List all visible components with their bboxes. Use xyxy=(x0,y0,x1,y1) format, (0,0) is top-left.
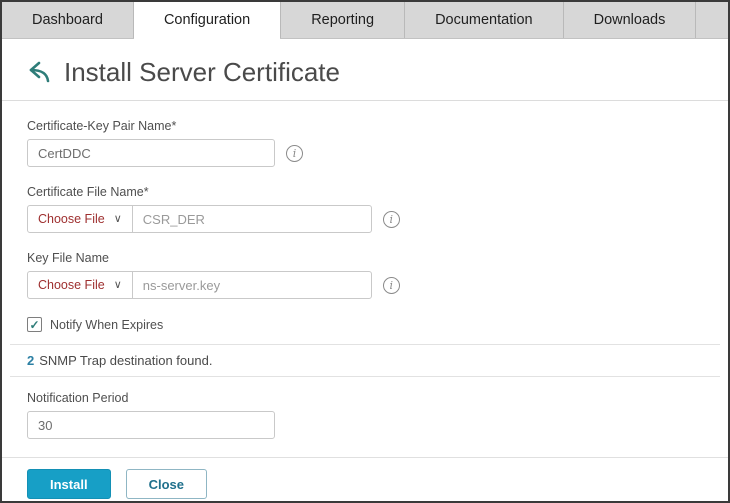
tab-downloads[interactable]: Downloads xyxy=(564,2,697,38)
notification-period-label: Notification Period xyxy=(27,391,129,405)
notify-when-expires-checkbox[interactable]: ✓ xyxy=(27,317,42,332)
cert-key-pair-name-label: Certificate-Key Pair Name* xyxy=(27,119,177,133)
field-cert-key-pair-name: Certificate-Key Pair Name* i xyxy=(27,119,703,167)
app-window: Dashboard Configuration Reporting Docume… xyxy=(0,0,730,503)
chevron-down-icon: ∨ xyxy=(113,212,122,225)
page-header: Install Server Certificate xyxy=(2,39,728,101)
choose-file-label: Choose File xyxy=(38,278,105,292)
info-icon[interactable]: i xyxy=(382,210,400,228)
notification-period-input[interactable] xyxy=(27,411,275,439)
key-file-choose-button[interactable]: Choose File ∨ xyxy=(27,271,133,299)
tab-bar: Dashboard Configuration Reporting Docume… xyxy=(2,2,728,39)
cert-key-pair-name-input[interactable] xyxy=(27,139,275,167)
info-icon[interactable]: i xyxy=(382,276,400,294)
install-certificate-form: Certificate-Key Pair Name* i Certificate… xyxy=(2,101,728,457)
notify-when-expires-label: Notify When Expires xyxy=(50,317,164,332)
tab-configuration[interactable]: Configuration xyxy=(133,2,282,39)
page-title: Install Server Certificate xyxy=(64,57,340,87)
info-icon[interactable]: i xyxy=(286,144,303,162)
key-file-name-label: Key File Name xyxy=(27,251,109,265)
check-icon: ✓ xyxy=(29,317,40,332)
tab-documentation[interactable]: Documentation xyxy=(405,2,564,38)
back-arrow-icon xyxy=(29,61,50,83)
certificate-file-choose-button[interactable]: Choose File ∨ xyxy=(27,205,133,233)
notify-when-expires-row: ✓ Notify When Expires xyxy=(27,317,703,332)
certificate-file-name-input[interactable] xyxy=(131,205,372,233)
field-certificate-file-name: Certificate File Name* Choose File ∨ i xyxy=(27,185,703,233)
install-button[interactable]: Install xyxy=(27,469,111,499)
tab-dashboard[interactable]: Dashboard xyxy=(2,2,134,38)
snmp-trap-message: 2 SNMP Trap destination found. xyxy=(10,344,720,377)
field-notification-period: Notification Period xyxy=(27,391,703,439)
footer-actions: Install Close xyxy=(2,457,728,501)
choose-file-label: Choose File xyxy=(38,212,105,226)
back-button[interactable] xyxy=(26,59,54,85)
chevron-down-icon: ∨ xyxy=(113,278,122,291)
tab-reporting[interactable]: Reporting xyxy=(281,2,406,38)
key-file-name-input[interactable] xyxy=(131,271,372,299)
certificate-file-name-label: Certificate File Name* xyxy=(27,185,149,199)
snmp-trap-count: 2 xyxy=(27,353,35,368)
close-button[interactable]: Close xyxy=(125,469,207,499)
field-key-file-name: Key File Name Choose File ∨ i xyxy=(27,251,703,299)
snmp-trap-text: SNMP Trap destination found. xyxy=(39,353,213,368)
